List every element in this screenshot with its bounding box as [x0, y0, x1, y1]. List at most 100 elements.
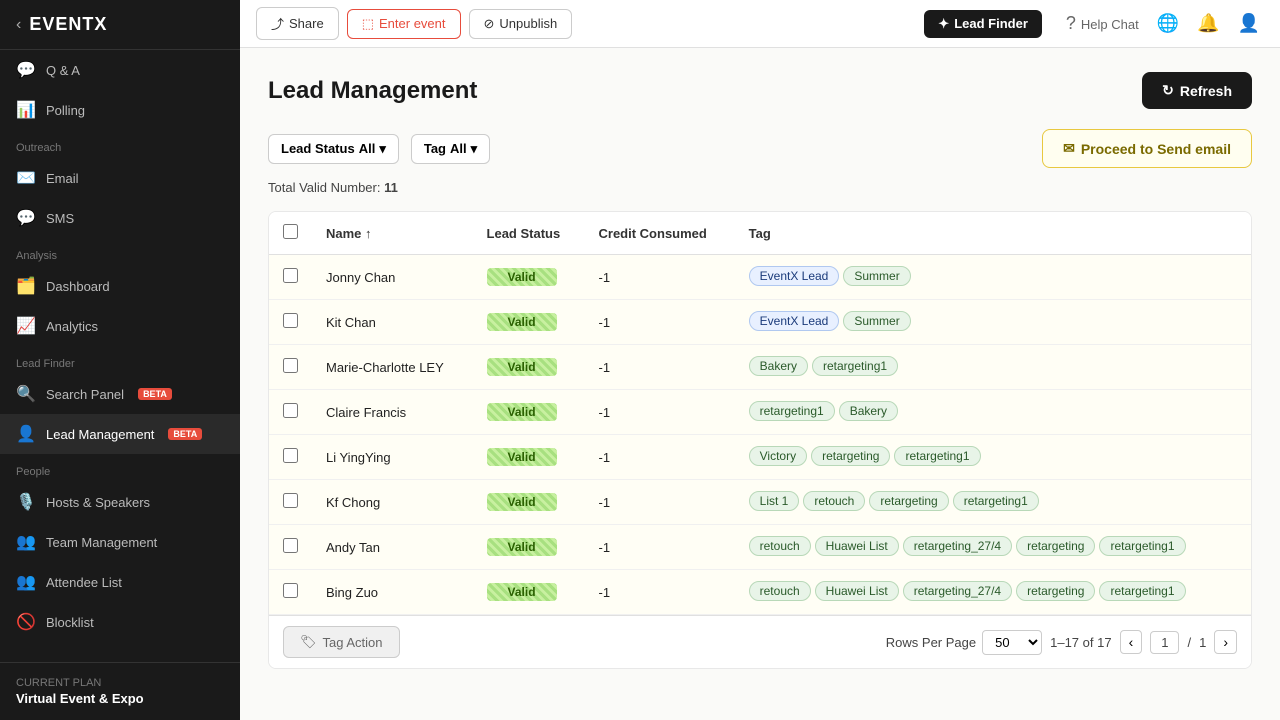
sidebar-item-attendee-list[interactable]: 👥 Attendee List	[0, 562, 240, 602]
share-button[interactable]: ⤴ Share	[256, 7, 339, 40]
select-all-checkbox[interactable]	[283, 224, 298, 239]
tag-pill: EventX Lead	[749, 311, 840, 331]
table-body: Jonny ChanValid-1EventX LeadSummerKit Ch…	[269, 255, 1251, 615]
sidebar-item-label: Lead Management	[46, 427, 154, 442]
row-tags: EventX LeadSummer	[735, 300, 1251, 345]
current-page: 1	[1150, 631, 1179, 654]
row-credit: -1	[585, 255, 735, 300]
tag-pill: retouch	[803, 491, 865, 511]
sidebar-item-search-panel[interactable]: 🔍Search PanelBETA	[0, 374, 240, 414]
valid-badge: Valid	[487, 538, 557, 556]
tag-pill: retargeting	[1016, 581, 1095, 601]
valid-badge: Valid	[487, 313, 557, 331]
lead-status-value: All	[359, 141, 376, 156]
row-tags: retargeting1Bakery	[735, 390, 1251, 435]
lead-management-icon: 👤	[16, 424, 36, 444]
polling-icon: 📊	[16, 100, 36, 120]
current-plan-label: CURRENT PLAN	[16, 677, 224, 689]
tag-pill: retargeting	[811, 446, 890, 466]
sidebar-item-hosts-speakers[interactable]: 🎙️Hosts & Speakers	[0, 482, 240, 522]
filters-row: Lead Status All ▾ Tag All ▾ ✉ Proceed to…	[268, 129, 1252, 168]
notification-icon-button[interactable]: 🔔	[1193, 9, 1223, 38]
row-checkbox[interactable]	[283, 538, 298, 553]
analytics-icon: 📈	[16, 316, 36, 336]
app-logo: EVENTX	[29, 14, 107, 35]
back-arrow-icon[interactable]: ‹	[16, 16, 21, 34]
valid-badge: Valid	[487, 268, 557, 286]
row-checkbox[interactable]	[283, 313, 298, 328]
sidebar-item-qa[interactable]: 💬 Q & A	[0, 50, 240, 90]
globe-icon-button[interactable]: 🌐	[1153, 9, 1183, 38]
sidebar-section-label: Outreach	[0, 130, 240, 158]
tag-pill: retargeting1	[749, 401, 835, 421]
next-page-button[interactable]: ›	[1214, 630, 1237, 654]
team-management-icon: 👥	[16, 532, 36, 552]
row-checkbox[interactable]	[283, 268, 298, 283]
sidebar-item-email[interactable]: ✉️Email	[0, 158, 240, 198]
table-row: Claire Francis Valid -1retargeting1Bakery	[269, 390, 1251, 435]
sidebar-section-label: Lead Finder	[0, 346, 240, 374]
attendee-list-icon: 👥	[16, 572, 36, 592]
refresh-button[interactable]: ↻ Refresh	[1142, 72, 1252, 109]
help-chat-button[interactable]: ? Help Chat	[1062, 9, 1143, 38]
prev-page-button[interactable]: ‹	[1120, 630, 1143, 654]
row-credit: -1	[585, 390, 735, 435]
row-checkbox[interactable]	[283, 403, 298, 418]
share-icon: ⤴	[271, 14, 284, 33]
tag-pill: EventX Lead	[749, 266, 840, 286]
lead-status-filter[interactable]: Lead Status All ▾	[268, 134, 399, 164]
row-name: Kf Chong	[312, 480, 473, 525]
tag-pill: retargeting_27/4	[903, 581, 1012, 601]
valid-badge: Valid	[487, 448, 557, 466]
tag-pill: Bakery	[749, 356, 808, 376]
row-lead-status: Valid	[473, 570, 585, 615]
sidebar-item-lead-management[interactable]: 👤Lead ManagementBETA	[0, 414, 240, 454]
content-area: Lead Management ↻ Refresh Lead Status Al…	[240, 48, 1280, 720]
send-email-button[interactable]: ✉ Proceed to Send email	[1042, 129, 1252, 168]
table-header: Name ↑ Lead Status Credit Consumed Tag	[269, 212, 1251, 255]
unpublish-icon: ⊘	[484, 16, 495, 32]
unpublish-button[interactable]: ⊘ Unpublish	[469, 9, 573, 39]
row-name: Li YingYing	[312, 435, 473, 480]
tag-action-button[interactable]: 🏷 Tag Action	[283, 626, 400, 658]
col-lead-status: Lead Status	[473, 212, 585, 255]
row-checkbox[interactable]	[283, 493, 298, 508]
qa-icon: 💬	[16, 60, 36, 80]
row-name: Claire Francis	[312, 390, 473, 435]
tag-filter[interactable]: Tag All ▾	[411, 134, 490, 164]
sidebar-item-label: Q & A	[46, 63, 80, 78]
row-credit: -1	[585, 345, 735, 390]
enter-event-button[interactable]: ⬚ Enter event	[347, 9, 461, 39]
page-title: Lead Management	[268, 77, 477, 105]
sort-icon[interactable]: ↑	[365, 226, 372, 241]
row-name: Bing Zuo	[312, 570, 473, 615]
tag-pill: retargeting	[1016, 536, 1095, 556]
row-checkbox[interactable]	[283, 448, 298, 463]
table-row: Bing ZuoValid-1retouchHuawei Listretarge…	[269, 570, 1251, 615]
row-credit: -1	[585, 300, 735, 345]
row-checkbox[interactable]	[283, 583, 298, 598]
total-valid-value: 11	[384, 180, 398, 195]
row-lead-status: Valid	[473, 435, 585, 480]
valid-badge: Valid	[487, 403, 557, 421]
lead-finder-button[interactable]: ✦ Lead Finder	[924, 10, 1042, 38]
sidebar-item-blocklist[interactable]: 🚫Blocklist	[0, 602, 240, 642]
sidebar-item-sms[interactable]: 💬SMS	[0, 198, 240, 238]
row-tags: List 1retouchretargetingretargeting1	[735, 480, 1251, 525]
valid-badge: Valid	[487, 583, 557, 601]
sidebar-item-polling[interactable]: 📊Polling	[0, 90, 240, 130]
row-checkbox[interactable]	[283, 358, 298, 373]
sidebar-item-label: Attendee List	[46, 575, 122, 590]
pagination-info: 1–17 of 17	[1050, 635, 1111, 650]
sidebar-item-dashboard[interactable]: 🗂️Dashboard	[0, 266, 240, 306]
user-avatar-button[interactable]: 👤	[1234, 9, 1264, 38]
rows-per-page: Rows Per Page 50 25 100	[886, 630, 1042, 655]
beta-badge: BETA	[138, 388, 172, 400]
row-credit: -1	[585, 570, 735, 615]
sidebar: ‹ EVENTX 💬 Q & A 📊PollingOutreach✉️Email💬S…	[0, 0, 240, 720]
rows-per-page-select[interactable]: 50 25 100	[982, 630, 1042, 655]
sidebar-item-team-management[interactable]: 👥Team Management	[0, 522, 240, 562]
blocklist-icon: 🚫	[16, 612, 36, 632]
row-lead-status: Valid	[473, 255, 585, 300]
sidebar-item-analytics[interactable]: 📈Analytics	[0, 306, 240, 346]
